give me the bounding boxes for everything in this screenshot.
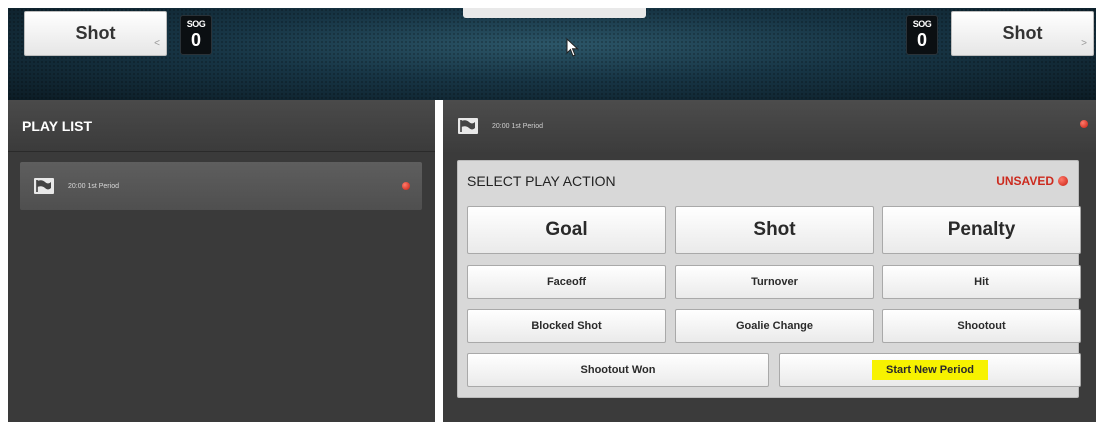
home-shot-button[interactable]: Shot < [24, 11, 167, 56]
home-sog-value: 0 [190, 30, 201, 50]
flag-icon [458, 118, 478, 134]
play-list-title: PLAY LIST [8, 100, 435, 152]
turnover-button[interactable]: Turnover [675, 265, 874, 299]
away-sog-label: SOG [912, 19, 932, 29]
home-sog-label: SOG [186, 19, 206, 29]
cursor-icon [566, 38, 579, 57]
scoreboard-bar: Shot < SOG 0 SOG 0 Shot > [8, 8, 1096, 100]
start-new-period-button[interactable]: Start New Period [779, 353, 1081, 387]
flag-icon [34, 178, 54, 194]
top-tab-handle[interactable] [463, 8, 646, 18]
penalty-button[interactable]: Penalty [882, 206, 1081, 254]
hit-button[interactable]: Hit [882, 265, 1081, 299]
home-shot-label: Shot [75, 23, 116, 43]
goalie-change-button[interactable]: Goalie Change [675, 309, 874, 343]
select-play-action-box: SELECT PLAY ACTION UNSAVED Goal Shot Pen… [457, 160, 1081, 398]
play-list-item-label: 20:00 1st Period [68, 182, 119, 190]
home-sog-counter: SOG 0 [180, 15, 212, 55]
home-chevron-icon: < [154, 38, 160, 49]
shootout-won-button[interactable]: Shootout Won [467, 353, 769, 387]
red-dot-icon [402, 182, 410, 190]
play-list-item[interactable]: 20:00 1st Period [20, 162, 422, 210]
red-dot-icon [1080, 120, 1088, 128]
blocked-shot-button[interactable]: Blocked Shot [467, 309, 666, 343]
unsaved-status: UNSAVED [996, 174, 1068, 188]
away-chevron-icon: > [1081, 38, 1087, 49]
play-detail-panel: 20:00 1st Period SELECT PLAY ACTION UNSA… [443, 100, 1096, 422]
away-shot-button[interactable]: Shot > [951, 11, 1094, 56]
select-play-action-title: SELECT PLAY ACTION [467, 173, 616, 189]
red-dot-icon [1058, 176, 1068, 186]
start-new-period-label: Start New Period [871, 360, 989, 380]
goal-button[interactable]: Goal [467, 206, 666, 254]
faceoff-button[interactable]: Faceoff [467, 265, 666, 299]
unsaved-status-label: UNSAVED [996, 174, 1054, 188]
play-detail-header-label: 20:00 1st Period [492, 122, 543, 130]
away-sog-counter: SOG 0 [906, 15, 938, 55]
shootout-button[interactable]: Shootout [882, 309, 1081, 343]
shot-button[interactable]: Shot [675, 206, 874, 254]
play-detail-header: 20:00 1st Period [443, 100, 1096, 152]
away-sog-value: 0 [916, 30, 927, 50]
away-shot-label: Shot [1002, 23, 1043, 43]
play-list-panel: PLAY LIST 20:00 1st Period [8, 100, 435, 422]
